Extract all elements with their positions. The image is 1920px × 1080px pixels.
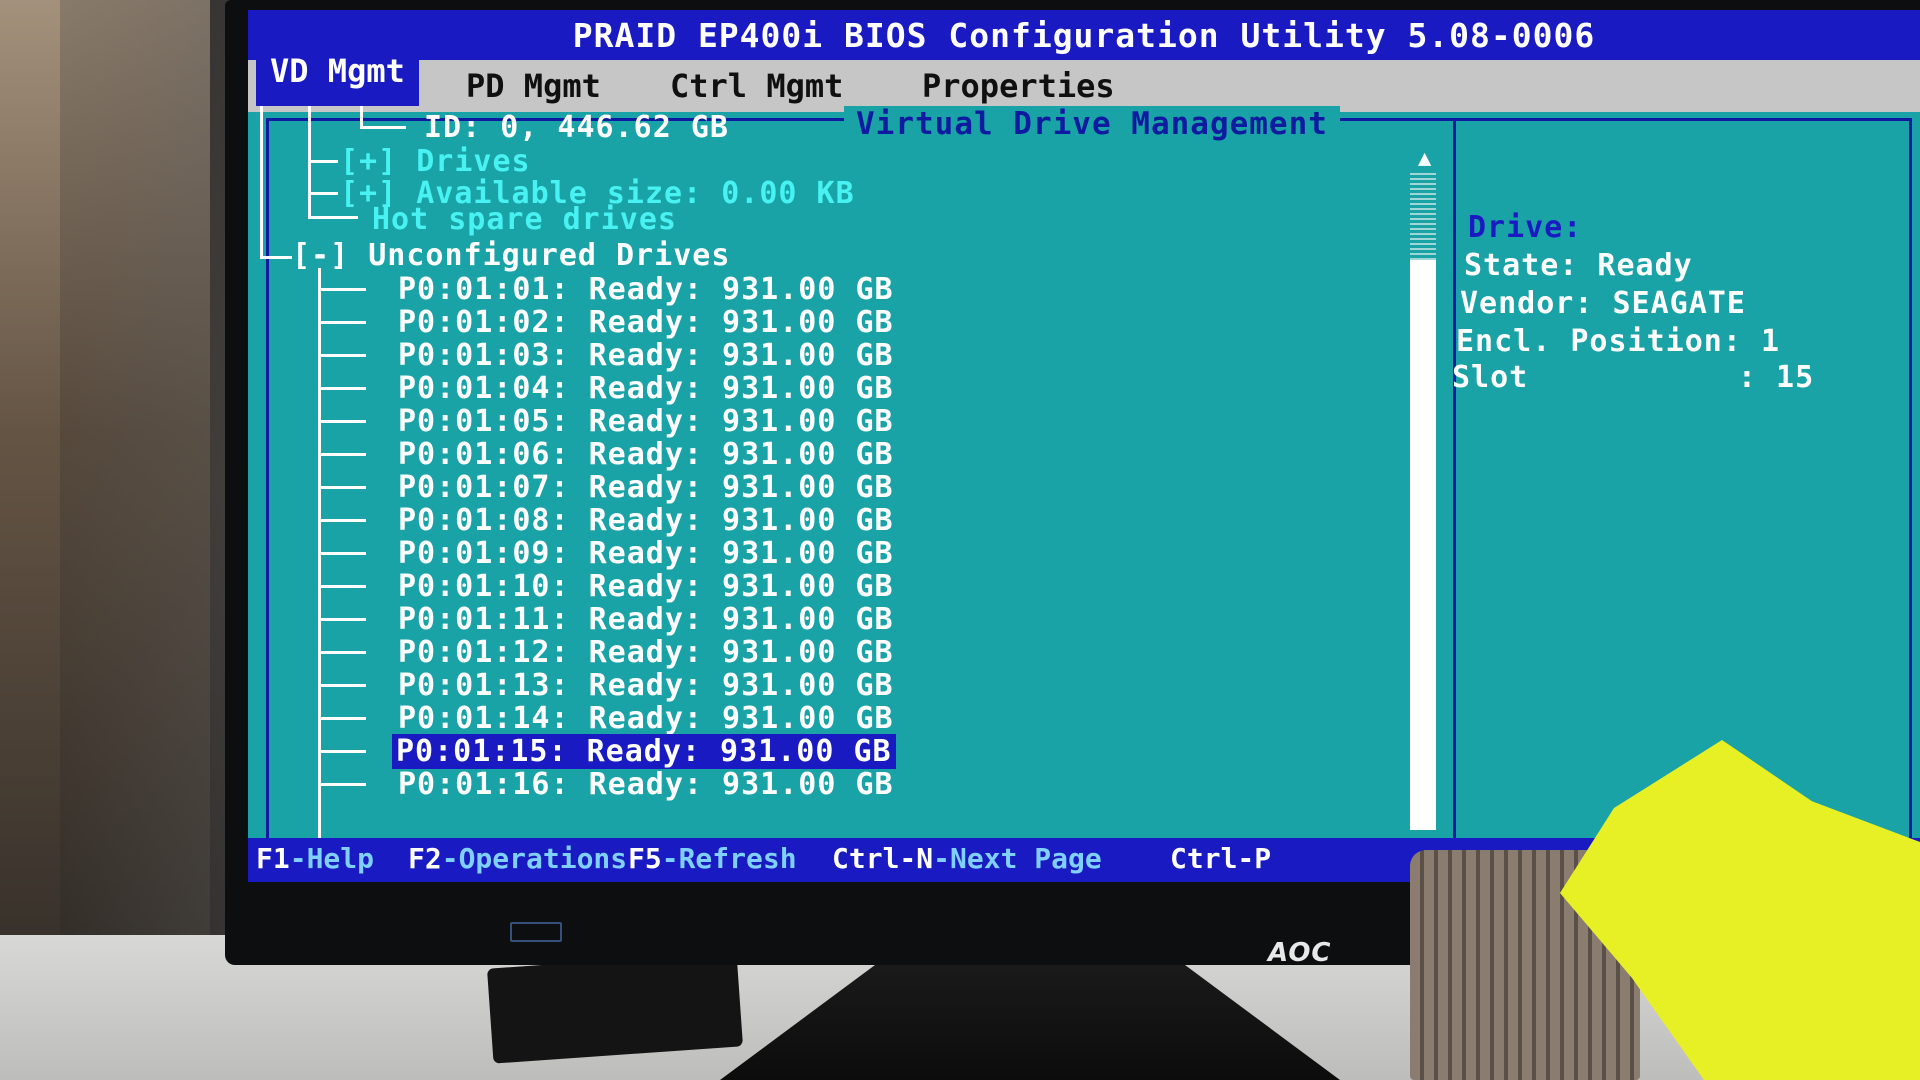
hot-spare-node[interactable]: Hot spare drives: [372, 202, 677, 237]
info-vendor: Vendor: SEAGATE: [1460, 286, 1746, 321]
drive-row[interactable]: P0:01:06: Ready: 931.00 GB: [398, 437, 894, 472]
drive-row[interactable]: P0:01:11: Ready: 931.00 GB: [398, 602, 894, 637]
drive-row[interactable]: P0:01:02: Ready: 931.00 GB: [398, 305, 894, 340]
tree-line: [260, 256, 292, 259]
tree-line: [320, 585, 366, 588]
tree-line: [320, 651, 366, 654]
tree-line: [320, 453, 366, 456]
tree-line: [320, 717, 366, 720]
tab-pd-mgmt[interactable]: PD Mgmt: [452, 64, 615, 108]
vd-entry[interactable]: ID: 0, 446.62 GB: [424, 110, 729, 145]
drive-row[interactable]: P0:01:07: Ready: 931.00 GB: [398, 470, 894, 505]
drive-row[interactable]: P0:01:03: Ready: 931.00 GB: [398, 338, 894, 373]
panel-divider: [1453, 120, 1456, 838]
tree-line: [360, 106, 363, 128]
fkey-operations[interactable]: F2-Operations: [408, 842, 627, 875]
tree-line: [320, 486, 366, 489]
tab-ctrl-mgmt[interactable]: Ctrl Mgmt: [656, 64, 857, 108]
power-adapter: [486, 951, 744, 1064]
fkey-help[interactable]: F1-Help: [256, 842, 374, 875]
scroll-up-arrow-icon[interactable]: ▲: [1418, 146, 1431, 171]
tree-line: [320, 750, 366, 753]
drive-row[interactable]: P0:01:13: Ready: 931.00 GB: [398, 668, 894, 703]
tab-properties[interactable]: Properties: [908, 64, 1129, 108]
tree-line: [320, 354, 366, 357]
tree-line: [320, 321, 366, 324]
drive-row-selected[interactable]: P0:01:15: Ready: 931.00 GB: [392, 734, 896, 769]
tree-line: [308, 160, 338, 163]
scrollbar-thumb[interactable]: [1410, 260, 1436, 830]
drive-row[interactable]: P0:01:09: Ready: 931.00 GB: [398, 536, 894, 571]
drive-row[interactable]: P0:01:10: Ready: 931.00 GB: [398, 569, 894, 604]
fkey-next-page[interactable]: Ctrl-N-Next Page: [832, 842, 1102, 875]
tree-line: [308, 192, 338, 195]
tree-line: [320, 387, 366, 390]
tree-line: [308, 216, 358, 219]
tree-line: [320, 684, 366, 687]
drive-row[interactable]: P0:01:14: Ready: 931.00 GB: [398, 701, 894, 736]
info-state: State: Ready: [1464, 248, 1693, 283]
fkey-refresh[interactable]: F5-Refresh: [628, 842, 797, 875]
bios-title-bar: PRAID EP400i BIOS Configuration Utility …: [248, 10, 1920, 60]
drive-row[interactable]: P0:01:04: Ready: 931.00 GB: [398, 371, 894, 406]
tree-line: [320, 288, 366, 291]
bios-title: PRAID EP400i BIOS Configuration Utility …: [572, 16, 1596, 55]
monitor-badge-icon: [510, 922, 562, 942]
drive-row[interactable]: P0:01:16: Ready: 931.00 GB: [398, 767, 894, 802]
tab-vd-mgmt[interactable]: VD Mgmt: [256, 16, 419, 106]
tree-line: [260, 106, 263, 258]
drive-row[interactable]: P0:01:08: Ready: 931.00 GB: [398, 503, 894, 538]
tree-line: [360, 126, 406, 129]
info-slot: Slot : 15: [1452, 360, 1815, 395]
monitor-brand-logo: AOC: [1268, 938, 1332, 968]
tree-line: [320, 618, 366, 621]
tree-line: [320, 783, 366, 786]
drive-row[interactable]: P0:01:12: Ready: 931.00 GB: [398, 635, 894, 670]
unconfigured-drives-node[interactable]: [-] Unconfigured Drives: [292, 238, 730, 273]
drive-row[interactable]: P0:01:01: Ready: 931.00 GB: [398, 272, 894, 307]
drives-node[interactable]: [+] Drives: [340, 144, 531, 179]
panel-title: Virtual Drive Management: [844, 106, 1340, 142]
tree-line: [320, 552, 366, 555]
bios-screen: PRAID EP400i BIOS Configuration Utility …: [248, 10, 1920, 882]
info-encl-position: Encl. Position: 1: [1456, 324, 1781, 359]
drive-row[interactable]: P0:01:05: Ready: 931.00 GB: [398, 404, 894, 439]
info-drive-label: Drive:: [1468, 210, 1583, 245]
fkey-prev-page[interactable]: Ctrl-P: [1170, 842, 1271, 875]
bios-tab-bar: VD Mgmt PD Mgmt Ctrl Mgmt Properties: [248, 16, 1920, 112]
tree-line: [320, 519, 366, 522]
tree-line: [320, 420, 366, 423]
